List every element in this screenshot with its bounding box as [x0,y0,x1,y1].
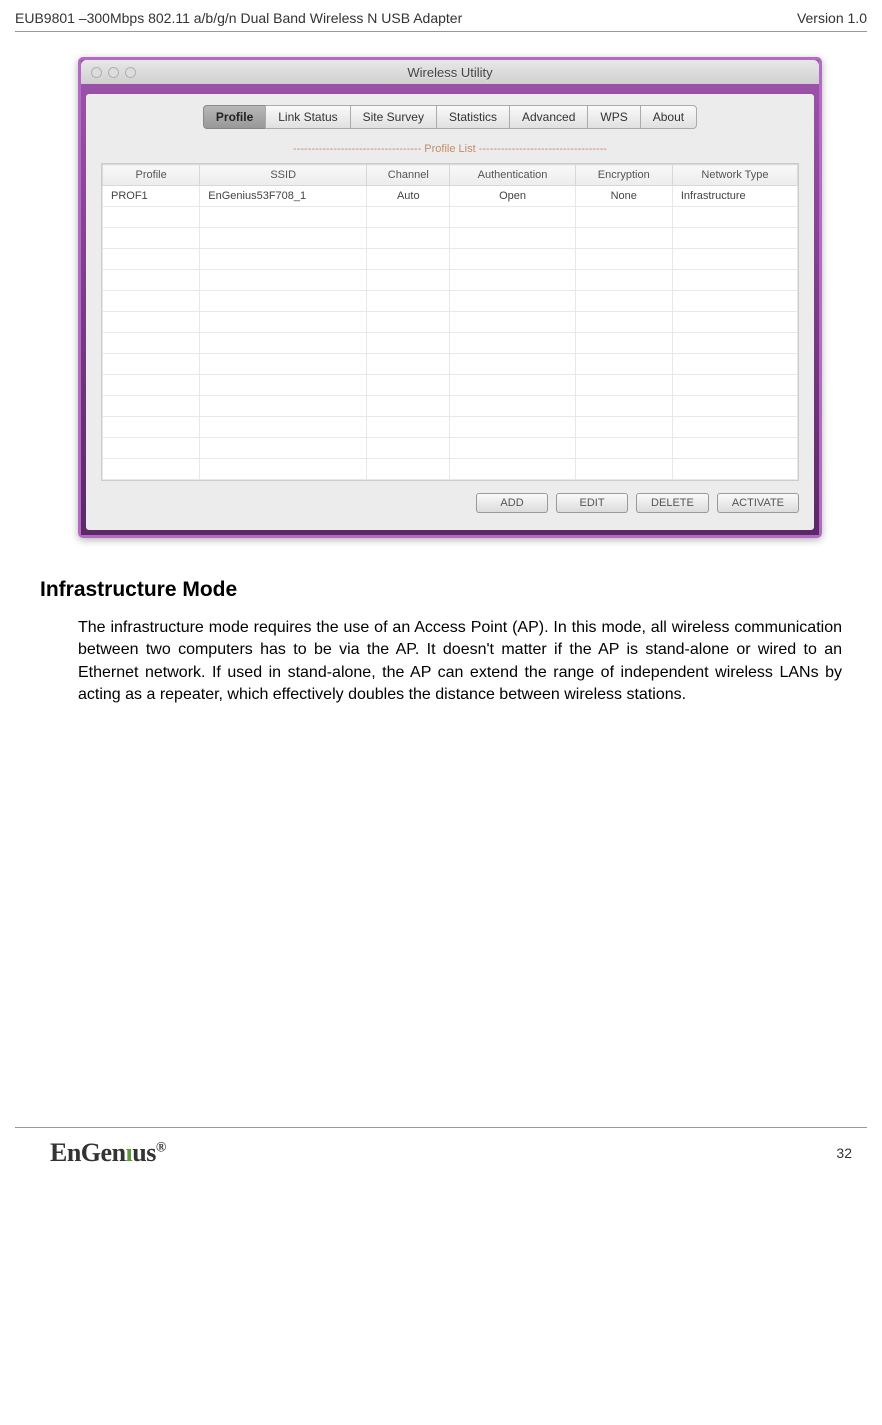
activate-button[interactable]: ACTIVATE [717,493,799,513]
tab-profile[interactable]: Profile [203,105,266,129]
section-body: The infrastructure mode requires the use… [0,617,882,707]
header-rule [15,31,867,32]
delete-button[interactable]: DELETE [636,493,709,513]
table-row[interactable] [103,459,798,480]
tabs: Profile Link Status Site Survey Statisti… [89,97,811,139]
tab-statistics[interactable]: Statistics [436,105,510,129]
edit-button[interactable]: EDIT [556,493,628,513]
page-header: EUB9801 –300Mbps 802.11 a/b/g/n Dual Ban… [0,0,882,31]
zoom-icon[interactable] [125,67,136,78]
traffic-lights [91,67,136,78]
footer-content: EnGenıus® 32 [0,1128,882,1188]
cell-channel: Auto [367,186,450,207]
section-heading: Infrastructure Mode [0,578,882,617]
profile-table: Profile SSID Channel Authentication Encr… [102,164,798,480]
header-left: EUB9801 –300Mbps 802.11 a/b/g/n Dual Ban… [15,10,462,26]
tab-wps[interactable]: WPS [587,105,640,129]
col-channel[interactable]: Channel [367,165,450,186]
table-row[interactable] [103,291,798,312]
engenius-logo: EnGenıus® [50,1138,166,1168]
header-right: Version 1.0 [797,10,867,26]
col-profile[interactable]: Profile [103,165,200,186]
minimize-icon[interactable] [108,67,119,78]
page-number: 32 [836,1145,852,1161]
add-button[interactable]: ADD [476,493,548,513]
section-label: ----------------------------------- Prof… [89,139,811,163]
titlebar: Wireless Utility [81,60,819,84]
app-window: Wireless Utility Profile Link Status Sit… [78,57,822,538]
content-panel: Profile Link Status Site Survey Statisti… [86,94,814,530]
table-row[interactable] [103,270,798,291]
table-row[interactable] [103,396,798,417]
tab-advanced[interactable]: Advanced [509,105,588,129]
col-auth[interactable]: Authentication [450,165,575,186]
footer: EnGenıus® 32 [0,1127,882,1188]
cell-ssid: EnGenius53F708_1 [200,186,367,207]
table-header-row: Profile SSID Channel Authentication Encr… [103,165,798,186]
table-row[interactable] [103,249,798,270]
window-title: Wireless Utility [407,65,492,80]
table-row[interactable] [103,333,798,354]
cell-nettype: Infrastructure [672,186,797,207]
cell-auth: Open [450,186,575,207]
tab-site-survey[interactable]: Site Survey [350,105,437,129]
tab-link-status[interactable]: Link Status [265,105,350,129]
cell-profile: PROF1 [103,186,200,207]
col-nettype[interactable]: Network Type [672,165,797,186]
tab-about[interactable]: About [640,105,697,129]
col-ssid[interactable]: SSID [200,165,367,186]
close-icon[interactable] [91,67,102,78]
cell-encryption: None [575,186,672,207]
table-row[interactable] [103,228,798,249]
table-row[interactable]: PROF1 EnGenius53F708_1 Auto Open None In… [103,186,798,207]
table-row[interactable] [103,375,798,396]
table-row[interactable] [103,438,798,459]
window-body: Profile Link Status Site Survey Statisti… [81,84,819,535]
col-encryption[interactable]: Encryption [575,165,672,186]
buttons-row: ADD EDIT DELETE ACTIVATE [89,481,811,527]
table-container: Profile SSID Channel Authentication Encr… [101,163,799,481]
table-row[interactable] [103,417,798,438]
table-row[interactable] [103,207,798,228]
table-row[interactable] [103,354,798,375]
table-row[interactable] [103,312,798,333]
